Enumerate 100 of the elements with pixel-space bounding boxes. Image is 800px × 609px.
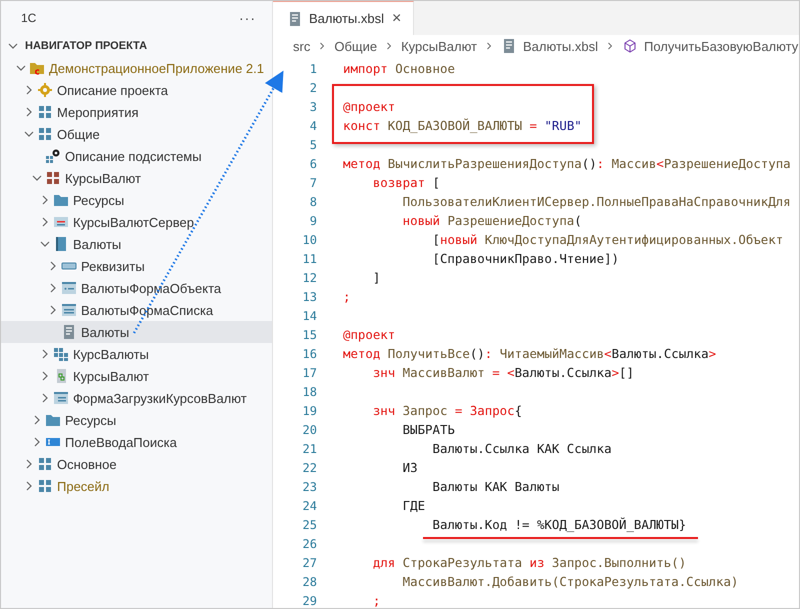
tree-item[interactable]: ДемонстрационноеПриложение 2.1 — [1, 57, 272, 79]
tree-item[interactable]: Описание подсистемы — [1, 145, 272, 167]
code-line: ] — [372, 270, 380, 285]
form-icon — [61, 302, 77, 318]
breadcrumb[interactable]: src — [293, 38, 310, 54]
line-number: 19 — [302, 404, 317, 418]
tree-item[interactable]: Общие — [1, 123, 272, 145]
code-line: ИЗ — [402, 460, 418, 475]
editor-tab[interactable]: Валюты.xbsl × — [273, 1, 414, 35]
line-number: 15 — [302, 328, 317, 342]
grid-icon — [37, 126, 53, 142]
line-number: 4 — [308, 118, 317, 132]
line-number: 13 — [302, 290, 317, 304]
sidebar-title: 1C — [21, 11, 36, 25]
line-number: 18 — [302, 384, 317, 398]
grid-icon — [37, 456, 53, 472]
breadcrumb[interactable]: Валюты.xbsl — [523, 38, 598, 54]
tree-item[interactable]: Ресурсы — [1, 189, 272, 211]
line-number: 27 — [302, 556, 317, 570]
line-number: 11 — [302, 252, 317, 266]
tree-item[interactable]: Валюты — [1, 233, 272, 255]
code-line: @проект — [343, 99, 396, 114]
line-number: 25 — [302, 518, 317, 532]
code-line: знч Запрос = Запрос{ — [372, 403, 522, 418]
form-icon — [53, 390, 69, 406]
tree-item[interactable]: Реквизиты — [1, 255, 272, 277]
gear-icon — [37, 82, 53, 98]
code-line: ; — [343, 289, 350, 304]
code-line: метод ПолучитьВсе(): ЧитаемыйМассив<Валюты.Ссылка> — [343, 346, 716, 361]
section-header[interactable]: НАВИГАТОР ПРОЕКТА — [1, 35, 272, 57]
tree-item[interactable]: КурсыВалютСервер — [1, 211, 272, 233]
form-icon — [61, 280, 77, 296]
code-line: ВЫБРАТЬ — [402, 422, 455, 437]
line-number: 2 — [308, 80, 317, 94]
line-number: 23 — [302, 480, 317, 494]
tree-item[interactable]: КурсыВалют — [1, 167, 272, 189]
line-number: 24 — [302, 498, 317, 512]
tree-item[interactable]: Валюты — [1, 321, 272, 343]
code-line: метод ВычислитьРазрешенияДоступа(): Массив<РазрешениеДоступа — [343, 156, 791, 171]
module-icon — [53, 214, 69, 230]
code-line: [СправочникПраво.Чтение]) — [432, 251, 620, 266]
line-number: 17 — [302, 366, 317, 380]
line-number: 8 — [308, 194, 317, 208]
code-line: новый РазрешениеДоступа( — [402, 213, 582, 228]
cube-icon — [622, 38, 638, 54]
tree-item[interactable]: ВалютыФормаОбъекта — [1, 277, 272, 299]
tree-item[interactable]: КурсВалюты — [1, 343, 272, 365]
code-line: знч МассивВалют = <Валюты.Ссылка>[] — [372, 365, 634, 380]
line-number: 29 — [302, 594, 317, 608]
tree-item[interactable]: КурсыВалют — [1, 365, 272, 387]
line-number: 6 — [308, 156, 317, 170]
line-number: 26 — [302, 536, 317, 550]
document-icon — [61, 324, 77, 340]
table-icon — [53, 346, 69, 362]
line-number: 7 — [308, 176, 317, 190]
more-button[interactable]: ··· — [237, 10, 258, 26]
book-icon — [53, 236, 69, 252]
close-button[interactable]: × — [390, 10, 404, 28]
code-line: Валюты.Код != %КОД_БАЗОВОЙ_ВАЛЮТЫ} — [432, 517, 686, 532]
line-number: 1 — [308, 62, 317, 76]
code-line: Валюты.Ссылка КАК Ссылка — [432, 441, 612, 456]
line-number: 9 — [308, 214, 317, 228]
code-line: Валюты КАК Валюты — [432, 479, 560, 494]
document-icon — [287, 10, 303, 26]
line-number: 28 — [302, 574, 317, 588]
document-icon — [501, 38, 517, 54]
code-line: возврат [ — [372, 175, 440, 190]
line-number: 22 — [302, 460, 317, 474]
tree-item[interactable]: Ресурсы — [1, 409, 272, 431]
code-line: импорт Основное — [343, 61, 455, 76]
code-line: ГДЕ — [402, 498, 426, 513]
folder-icon — [29, 60, 45, 76]
tree-item[interactable]: ФормаЗагрузкиКурсовВалют — [1, 387, 272, 409]
code-line: ; — [372, 593, 380, 608]
code-line: для СтрокаРезультата из Запрос.Выполнить() — [372, 555, 686, 570]
code-line: @проект — [343, 327, 396, 342]
code-line: ПользователиКлиентИСервер.ПолныеПраваНаСправочникДля — [402, 194, 791, 209]
line-number: 3 — [308, 100, 317, 114]
grid-icon — [45, 170, 61, 186]
line-number: 14 — [302, 308, 317, 322]
line-number: 5 — [308, 138, 317, 152]
line-number: 20 — [302, 422, 317, 436]
tree-item[interactable]: Мероприятия — [1, 101, 272, 123]
tree-item[interactable]: Пресейл — [1, 475, 272, 497]
code-line: [новый КлючДоступаДляАутентифицированных.Объект — [432, 232, 784, 247]
grid-gear-icon — [45, 148, 61, 164]
tree-item[interactable]: ПолеВводаПоиска — [1, 431, 272, 453]
line-number: 16 — [302, 346, 317, 360]
grid-icon — [37, 104, 53, 120]
breadcrumb[interactable]: КурсыВалют — [401, 38, 477, 54]
breadcrumb[interactable]: Общие — [334, 38, 378, 54]
tree-item[interactable]: Основное — [1, 453, 272, 475]
line-number: 21 — [302, 442, 317, 456]
code-line: конст КОД_БАЗОВОЙ_ВАЛЮТЫ = "RUB" — [343, 118, 582, 133]
tree-item[interactable]: Описание проекта — [1, 79, 272, 101]
breadcrumb[interactable]: ПолучитьБазовуюВалюту — [644, 38, 798, 54]
tree-item[interactable]: ВалютыФормаСписка — [1, 299, 272, 321]
grid-icon — [37, 478, 53, 494]
code-line: МассивВалют.Добавить(СтрокаРезультата.Ссылка) — [402, 574, 738, 589]
folder-icon — [53, 192, 69, 208]
